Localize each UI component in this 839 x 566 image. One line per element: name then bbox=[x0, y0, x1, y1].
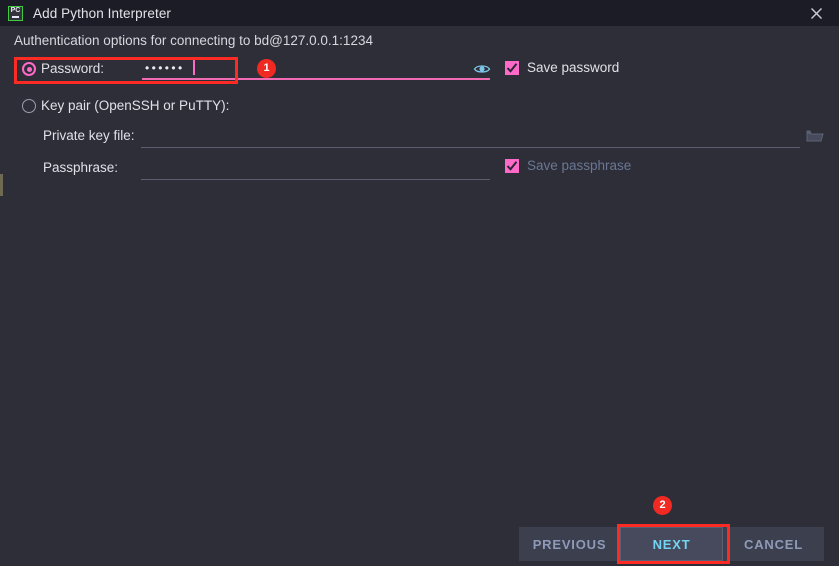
add-python-interpreter-dialog: PC Add Python Interpreter Authentication… bbox=[0, 0, 839, 566]
browse-private-key-button[interactable] bbox=[806, 128, 824, 144]
cancel-button[interactable]: CANCEL bbox=[723, 527, 824, 561]
private-key-file-input[interactable] bbox=[141, 126, 800, 148]
password-input[interactable]: •••••• bbox=[142, 58, 490, 80]
eye-icon bbox=[473, 65, 491, 73]
radio-password[interactable] bbox=[22, 62, 36, 76]
save-password-label: Save password bbox=[527, 60, 620, 75]
password-underline bbox=[142, 78, 490, 80]
passphrase-label: Passphrase: bbox=[43, 160, 119, 175]
dialog-subtitle: Authentication options for connecting to… bbox=[14, 33, 373, 48]
password-option-row: Password: •••••• Save password bbox=[0, 58, 839, 82]
save-passphrase-label: Save passphrase bbox=[527, 158, 632, 173]
save-password-checkbox[interactable]: Save password bbox=[505, 60, 619, 75]
checkbox-box-save-passphrase bbox=[505, 158, 519, 173]
private-key-file-row: Private key file: bbox=[0, 126, 839, 150]
passphrase-input[interactable] bbox=[141, 158, 490, 180]
save-passphrase-checkbox[interactable]: Save passphrase bbox=[505, 158, 631, 173]
previous-button[interactable]: PREVIOUS bbox=[519, 527, 620, 561]
passphrase-row: Passphrase: Save passphrase bbox=[0, 158, 839, 182]
annotation-badge-2: 2 bbox=[653, 496, 672, 515]
keypair-option-row: Key pair (OpenSSH or PuTTY): bbox=[0, 97, 839, 117]
radio-keypair[interactable] bbox=[22, 99, 36, 113]
keypair-label: Key pair (OpenSSH or PuTTY): bbox=[41, 98, 230, 113]
close-button[interactable] bbox=[793, 0, 839, 26]
dialog-button-bar: PREVIOUS NEXT CANCEL bbox=[519, 527, 824, 561]
pycharm-icon-text: PC bbox=[10, 6, 21, 14]
private-key-file-underline bbox=[141, 147, 800, 148]
passphrase-underline bbox=[141, 179, 490, 180]
password-label: Password: bbox=[41, 61, 105, 76]
private-key-file-label: Private key file: bbox=[43, 128, 135, 143]
window-title: Add Python Interpreter bbox=[33, 5, 172, 21]
reveal-password-button[interactable] bbox=[473, 61, 491, 77]
annotation-badge-1: 1 bbox=[257, 59, 276, 78]
password-caret bbox=[193, 59, 195, 75]
folder-icon bbox=[806, 130, 824, 142]
check-icon bbox=[506, 160, 518, 171]
left-edge-marker bbox=[0, 174, 3, 196]
pycharm-icon: PC bbox=[8, 5, 23, 21]
next-button[interactable]: NEXT bbox=[620, 527, 723, 561]
checkbox-box-save-password bbox=[505, 60, 519, 75]
title-bar: PC Add Python Interpreter bbox=[0, 0, 839, 26]
pycharm-icon-bar bbox=[12, 15, 19, 18]
close-icon bbox=[810, 7, 822, 19]
check-icon bbox=[506, 62, 518, 73]
password-masked-value: •••••• bbox=[145, 61, 185, 75]
